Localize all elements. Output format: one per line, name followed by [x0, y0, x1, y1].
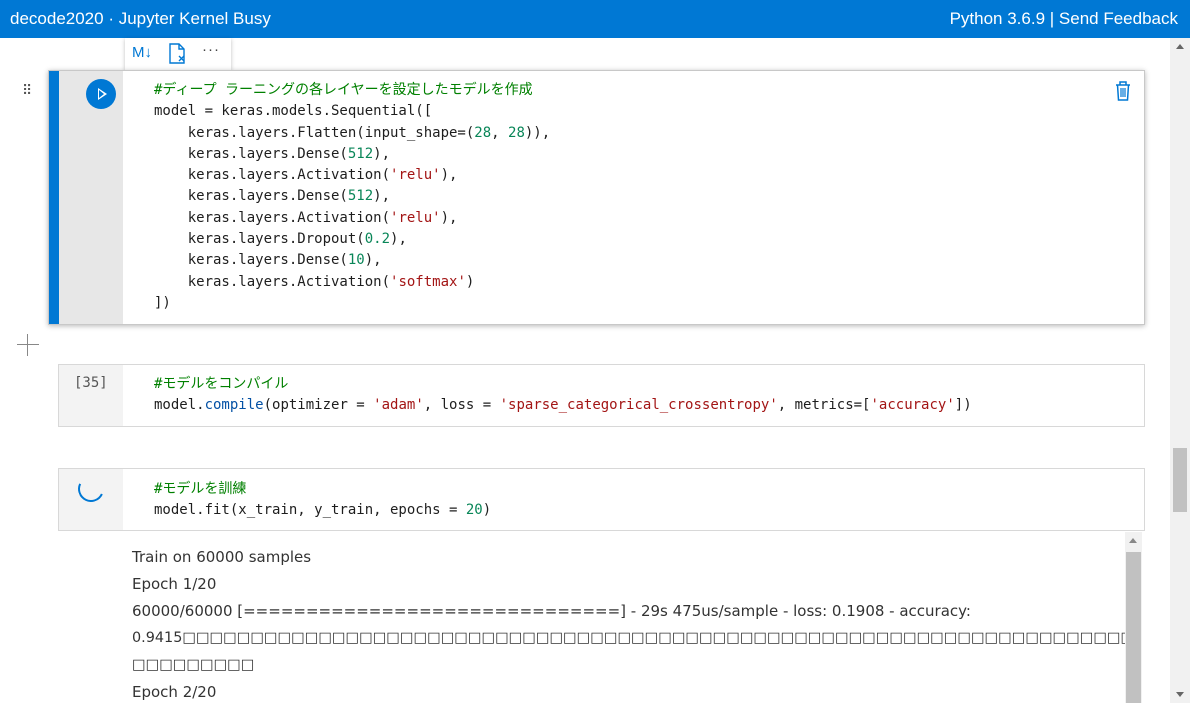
code-editor[interactable]: #モデルを訓練 model.fit(x_train, y_train, epoc… [154, 479, 491, 522]
window-title: decode2020 · Jupyter Kernel Busy [10, 9, 271, 28]
scroll-up-icon[interactable] [1176, 44, 1184, 49]
selection-accent [49, 71, 59, 324]
code-line: keras.layers.Flatten(input_shape=(28, 28… [154, 124, 551, 141]
clear-output-icon[interactable] [168, 43, 186, 68]
code-line: model.fit(x_train, y_train, epochs = 20) [154, 502, 492, 519]
code-line: keras.layers.Activation('relu'), [154, 167, 458, 184]
code-line: keras.layers.Dense(512), [154, 145, 391, 162]
trash-icon[interactable] [1114, 80, 1132, 102]
scroll-up-icon[interactable] [1129, 538, 1137, 543]
title-bar: decode2020 · Jupyter Kernel Busy Python … [0, 0, 1190, 38]
output-line: Epoch 1/20 [132, 575, 217, 593]
code-cell-model[interactable]: #ディープ ラーニングの各レイヤーを設定したモデルを作成 model = ker… [48, 70, 1145, 325]
cell-output: Train on 60000 samples Epoch 1/20 60000/… [122, 530, 1142, 703]
page-scrollbar-thumb[interactable] [1173, 448, 1187, 512]
scroll-down-icon[interactable] [1176, 692, 1184, 697]
cell-gutter: [35] [59, 365, 123, 426]
code-line: keras.layers.Dense(10), [154, 252, 382, 269]
code-line: model = keras.models.Sequential([ [154, 103, 433, 120]
code-line: #モデルを訓練 [154, 481, 247, 497]
output-line: 0.9415□□□□□□□□□□□□□□□□□□□□□□□□□□□□□□□□□□… [132, 630, 1142, 646]
output-line: Train on 60000 samples [132, 548, 312, 566]
output-scrollbar-thumb[interactable] [1126, 552, 1141, 703]
run-cell-play-icon[interactable] [86, 79, 116, 109]
code-editor[interactable]: #ディープ ラーニングの各レイヤーを設定したモデルを作成 model = ker… [154, 80, 550, 314]
add-cell-plus-icon[interactable] [17, 334, 39, 356]
code-line: keras.layers.Activation('softmax') [154, 273, 475, 290]
kernel-indicator[interactable]: Python 3.6.9 | [950, 9, 1055, 28]
more-actions-button[interactable]: ··· [202, 41, 220, 58]
code-line: ]) [154, 294, 171, 311]
code-line: keras.layers.Dropout(0.2), [154, 231, 407, 248]
busy-spinner-icon [74, 472, 108, 506]
output-scrollbar[interactable] [1125, 532, 1142, 703]
code-cell-compile[interactable]: [35] #モデルをコンパイル model.compile(optimizer … [58, 364, 1145, 427]
title-bar-right: Python 3.6.9 | Send Feedback [950, 9, 1178, 29]
code-editor[interactable]: #モデルをコンパイル model.compile(optimizer = 'ad… [154, 374, 972, 417]
cell-gutter [59, 71, 123, 324]
code-line: model.compile(optimizer = 'adam', loss =… [154, 397, 972, 414]
output-line: Epoch 2/20 [132, 683, 217, 701]
code-line: #ディープ ラーニングの各レイヤーを設定したモデルを作成 [154, 82, 533, 98]
code-line: #モデルをコンパイル [154, 376, 289, 392]
execution-count: [35] [74, 375, 108, 391]
page-scrollbar[interactable] [1170, 38, 1190, 703]
send-feedback-link[interactable]: Send Feedback [1059, 9, 1178, 28]
output-line: 60000/60000 [===========================… [132, 602, 971, 620]
cell-gutter [59, 469, 123, 530]
cell-toolbar: M↓ ··· [125, 38, 231, 70]
code-line: keras.layers.Activation('relu'), [154, 209, 458, 226]
code-cell-fit[interactable]: #モデルを訓練 model.fit(x_train, y_train, epoc… [58, 468, 1145, 531]
output-line: □□□□□□□□□ [132, 657, 255, 673]
code-line: keras.layers.Dense(512), [154, 188, 391, 205]
drag-handle-icon[interactable]: ⠿ [22, 82, 32, 99]
convert-to-markdown-button[interactable]: M↓ [132, 44, 152, 61]
